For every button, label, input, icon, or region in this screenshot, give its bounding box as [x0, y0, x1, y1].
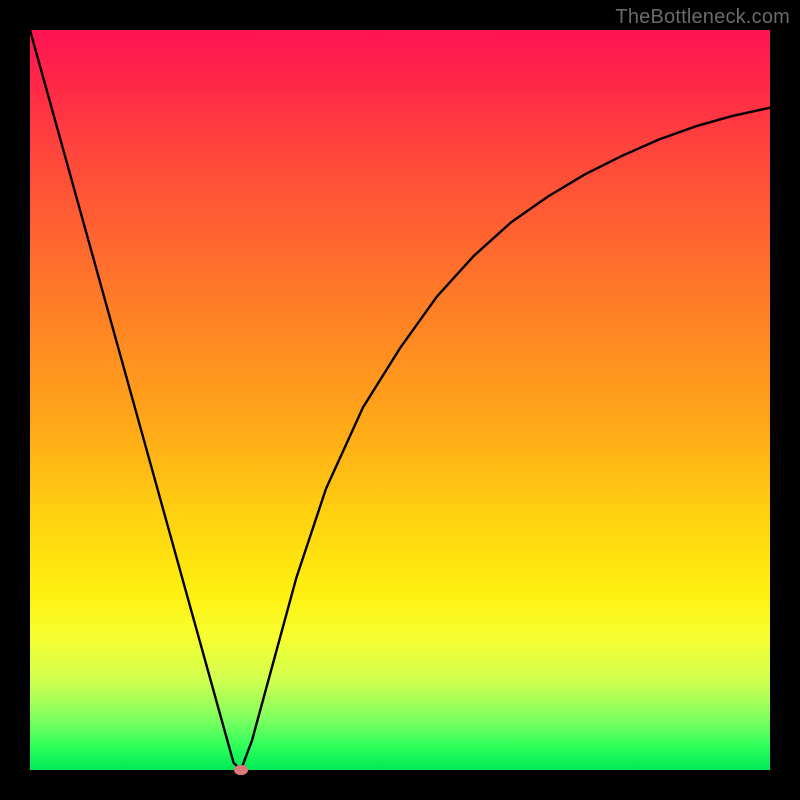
- chart-frame: TheBottleneck.com: [0, 0, 800, 800]
- plot-area: [30, 30, 770, 770]
- optimum-marker: [234, 765, 248, 775]
- bottleneck-curve: [30, 30, 770, 770]
- curve-path: [30, 30, 770, 770]
- watermark-text: TheBottleneck.com: [615, 6, 790, 29]
